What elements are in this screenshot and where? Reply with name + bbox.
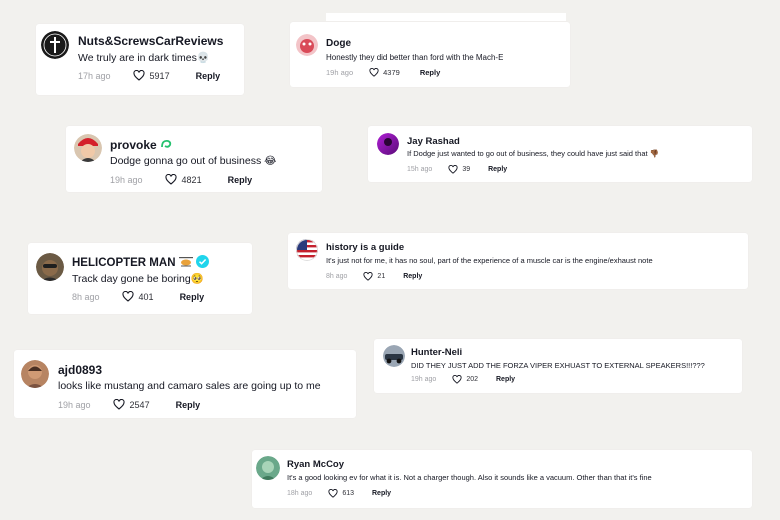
comment-card: provoke Dodge gonna go out of business 😂… <box>66 126 322 192</box>
comment-card: Hunter-Neli DID THEY JUST ADD THE FORZA … <box>374 339 742 393</box>
username[interactable]: Jay Rashad <box>407 136 460 147</box>
reply-button[interactable]: Reply <box>420 68 440 77</box>
comment-text: Honestly they did better than ford with … <box>326 53 504 62</box>
like-count: 2547 <box>129 399 150 410</box>
reply-button[interactable]: Reply <box>403 273 422 280</box>
comment-meta: 19h ago 2547 Reply <box>58 399 200 410</box>
username[interactable]: history is a guide <box>326 242 404 253</box>
avatar[interactable] <box>296 239 318 261</box>
avatar[interactable] <box>377 133 399 155</box>
comment-meta: 19h ago 202 Reply <box>411 375 515 384</box>
timestamp: 19h ago <box>110 174 143 185</box>
comment-text: Track day gone be boring🥺 <box>72 273 204 285</box>
heart-icon[interactable] <box>448 165 458 174</box>
helicopter-emoji-icon <box>178 256 193 270</box>
username[interactable]: HELICOPTER MAN <box>72 255 209 271</box>
like-count: 202 <box>466 376 478 383</box>
comment-text: We truly are in dark times💀 <box>78 52 210 64</box>
comment-meta: 18h ago 613 Reply <box>287 489 391 498</box>
timestamp: 15h ago <box>407 166 433 173</box>
like-count: 4821 <box>181 174 202 185</box>
comment-text: DID THEY JUST ADD THE FORZA VIPER EXHUAS… <box>411 361 705 370</box>
comment-meta: 19h ago 4379 Reply <box>326 68 440 77</box>
comment-text: It's a good looking ev for what it is. N… <box>287 473 652 482</box>
comment-text: looks like mustang and camaro sales are … <box>58 380 321 392</box>
comment-text: It's just not for me, it has no soul, pa… <box>326 256 653 265</box>
comment-meta: 15h ago 39 Reply <box>407 165 507 174</box>
timestamp: 8h ago <box>326 273 348 280</box>
reply-button[interactable]: Reply <box>176 400 201 410</box>
comment-card: ajd0893 looks like mustang and camaro sa… <box>14 350 356 418</box>
comment-meta: 17h ago 5917 Reply <box>78 70 220 81</box>
reply-button[interactable]: Reply <box>196 71 221 81</box>
timestamp: 18h ago <box>287 490 313 497</box>
heart-icon[interactable] <box>328 489 338 498</box>
comment-card: Doge Honestly they did better than ford … <box>290 22 570 87</box>
username[interactable]: Ryan McCoy <box>287 459 344 470</box>
heart-icon[interactable] <box>132 70 145 81</box>
username[interactable]: Hunter-Neli <box>411 347 462 358</box>
comment-text: If Dodge just wanted to go out of busine… <box>407 149 659 158</box>
reply-button[interactable]: Reply <box>180 292 205 302</box>
avatar[interactable] <box>256 456 280 480</box>
comment-meta: 8h ago 401 Reply <box>72 291 204 302</box>
timestamp: 17h ago <box>78 70 111 81</box>
comment-meta: 19h ago 4821 Reply <box>110 174 252 185</box>
comment-card: Ryan McCoy It's a good looking ev for wh… <box>252 450 752 508</box>
username[interactable]: Doge <box>326 38 351 49</box>
heart-icon[interactable] <box>164 174 177 185</box>
comment-text: Dodge gonna go out of business 😂 <box>110 155 277 167</box>
like-count: 39 <box>462 166 471 173</box>
green-swirl-badge-icon <box>160 138 172 153</box>
like-count: 613 <box>342 490 354 497</box>
avatar[interactable] <box>21 360 49 388</box>
comment-meta: 8h ago 21 Reply <box>326 272 422 281</box>
timestamp: 8h ago <box>72 291 100 302</box>
timestamp: 19h ago <box>411 376 437 383</box>
verified-icon <box>195 255 209 271</box>
avatar[interactable] <box>296 34 318 56</box>
comment-card: Jay Rashad If Dodge just wanted to go ou… <box>368 126 752 182</box>
heart-icon[interactable] <box>369 68 379 77</box>
heart-icon[interactable] <box>452 375 462 384</box>
reply-button[interactable]: Reply <box>496 376 515 383</box>
heart-icon[interactable] <box>363 272 373 281</box>
reply-button[interactable]: Reply <box>228 175 253 185</box>
reply-button[interactable]: Reply <box>372 490 391 497</box>
timestamp: 19h ago <box>58 399 91 410</box>
like-count: 5917 <box>149 70 170 81</box>
like-count: 4379 <box>383 68 400 77</box>
heart-icon[interactable] <box>121 291 134 302</box>
username[interactable]: provoke <box>110 138 172 153</box>
username-text[interactable]: provoke <box>110 138 157 152</box>
timestamp: 19h ago <box>326 68 354 77</box>
username[interactable]: Nuts&ScrewsCarReviews <box>78 34 223 48</box>
username[interactable]: ajd0893 <box>58 363 102 377</box>
comment-card: history is a guide It's just not for me,… <box>288 233 748 289</box>
hidden-replies-text <box>326 13 566 21</box>
heart-icon[interactable] <box>112 399 125 410</box>
comment-card: Nuts&ScrewsCarReviews We truly are in da… <box>36 24 244 95</box>
avatar[interactable] <box>36 253 64 281</box>
like-count: 21 <box>377 273 386 280</box>
avatar[interactable] <box>74 134 102 162</box>
reply-button[interactable]: Reply <box>488 166 507 173</box>
comment-card: HELICOPTER MAN Track day gone be boring🥺… <box>28 243 252 314</box>
avatar[interactable] <box>41 31 69 59</box>
username-text[interactable]: HELICOPTER MAN <box>72 257 176 269</box>
avatar[interactable] <box>383 345 405 367</box>
like-count: 401 <box>138 291 154 302</box>
